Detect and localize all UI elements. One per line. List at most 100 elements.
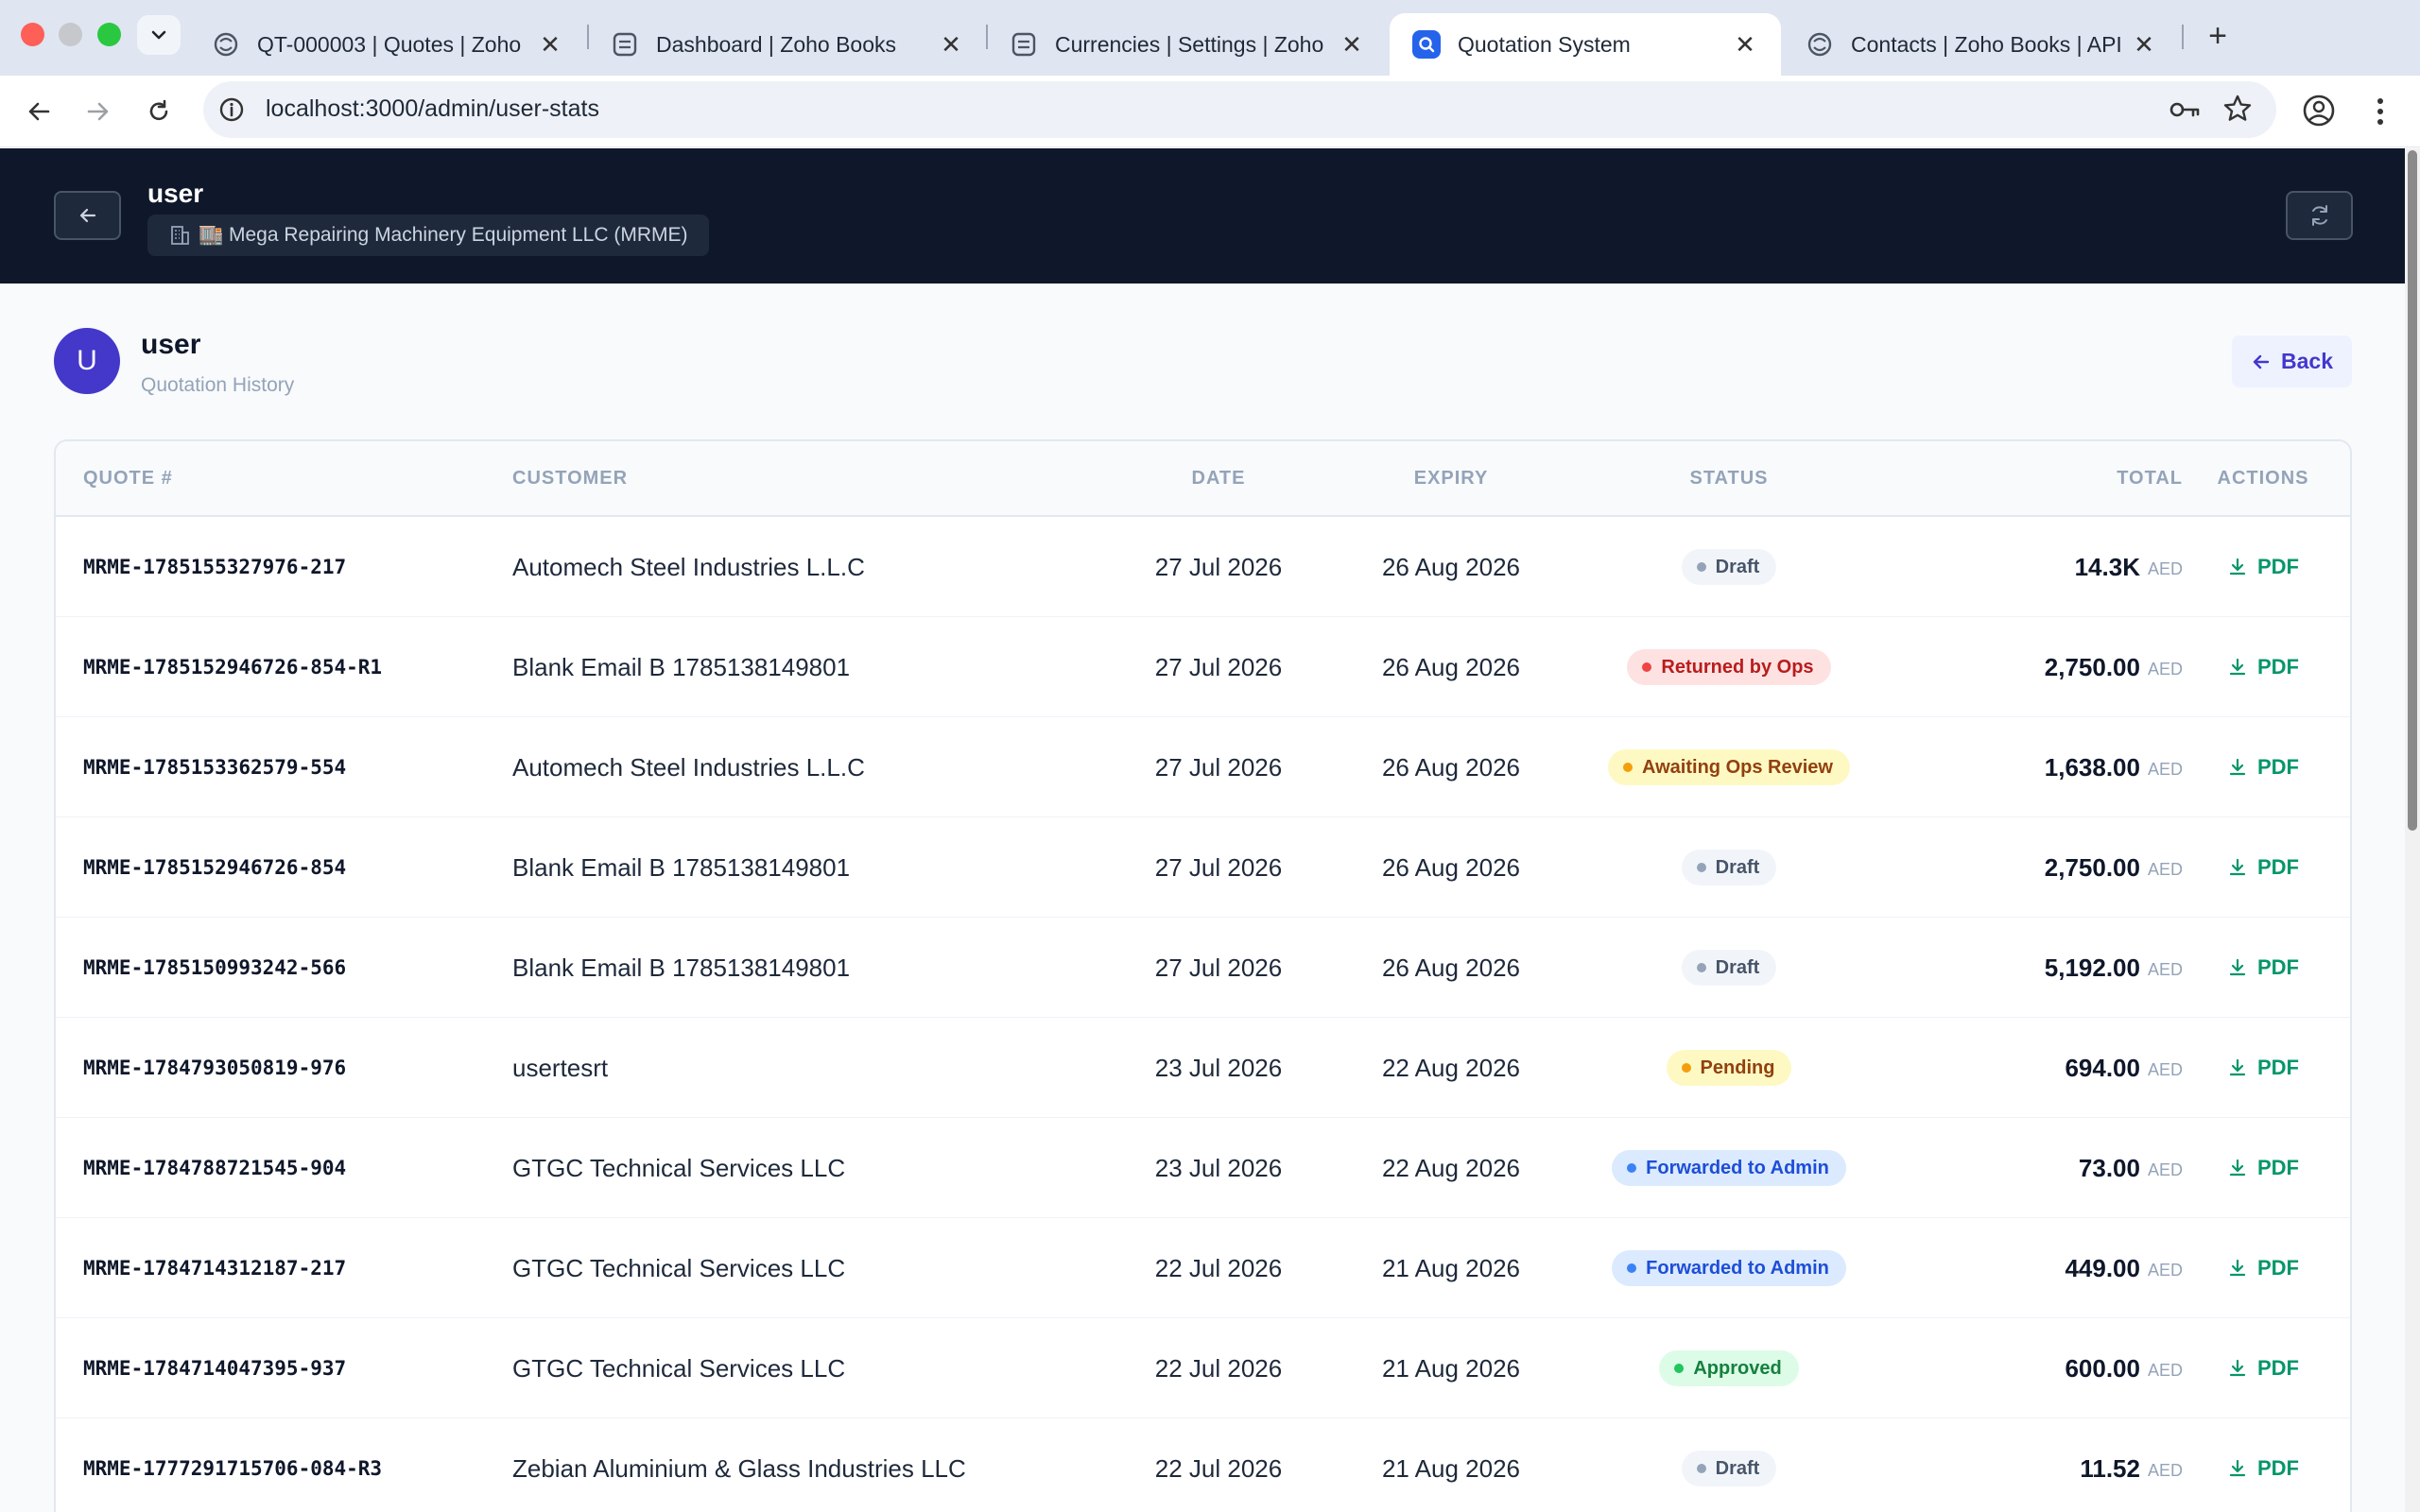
pdf-download-button[interactable]: PDF <box>2227 755 2299 780</box>
customer-name: Blank Email B 1785138149801 <box>512 652 851 681</box>
status-label: Forwarded to Admin <box>1646 1257 1829 1279</box>
customer-name: Automech Steel Industries L.L.C <box>512 552 865 581</box>
quote-date: 23 Jul 2026 <box>1154 1153 1283 1182</box>
column-header-customer[interactable]: CUSTOMER <box>512 468 628 490</box>
tab-close-icon[interactable]: ✕ <box>1732 30 1758 60</box>
quote-number[interactable]: MRME-1785152946726-854 <box>83 817 346 918</box>
tab-close-icon[interactable]: ✕ <box>938 30 964 60</box>
table-row[interactable]: MRME-1784788721545-904 GTGC Technical Ser… <box>56 1118 2350 1218</box>
pdf-download-button[interactable]: PDF <box>2227 955 2299 980</box>
window-zoom-button[interactable] <box>97 23 121 46</box>
status-dot <box>1627 1163 1637 1173</box>
tab-close-icon[interactable]: ✕ <box>2131 30 2157 60</box>
pdf-download-button[interactable]: PDF <box>2227 1456 2299 1481</box>
tab-search-button[interactable] <box>137 15 181 55</box>
building-icon <box>168 224 191 247</box>
table-row[interactable]: MRME-1784714047395-937 GTGC Technical Ser… <box>56 1318 2350 1418</box>
customer-name: GTGC Technical Services LLC <box>512 1153 846 1182</box>
table-row[interactable]: MRME-1785153362579-554 Automech Steel Ind… <box>56 717 2350 817</box>
table-row[interactable]: MRME-1785150993242-566 Blank Email B 1785… <box>56 918 2350 1018</box>
download-icon <box>2229 658 2246 676</box>
tab-contacts[interactable]: Contacts | Zoho Books | API Docs ✕ <box>1783 13 2180 76</box>
pdf-download-button[interactable]: PDF <box>2227 1256 2299 1280</box>
status-label: Draft <box>1715 556 1760 577</box>
header-back-button[interactable] <box>54 191 121 240</box>
pdf-download-button[interactable]: PDF <box>2227 1056 2299 1080</box>
table-row[interactable]: MRME-1784793050819-976 usertesrt 23 Jul 20… <box>56 1018 2350 1118</box>
actions-cell: PDF <box>2192 817 2334 918</box>
pdf-download-button[interactable]: PDF <box>2227 1156 2299 1180</box>
status-label: Approved <box>1693 1357 1782 1379</box>
total-cell: 600.00 AED <box>1899 1318 2183 1418</box>
pdf-label: PDF <box>2257 1156 2299 1179</box>
window-minimize-button[interactable] <box>59 23 82 46</box>
actions-cell: PDF <box>2192 918 2334 1018</box>
column-header-quote[interactable]: QUOTE # <box>83 468 173 490</box>
status-cell: Draft <box>1540 918 1918 1018</box>
tab-title: QT-000003 | Quotes | Zoho Books <box>257 31 527 57</box>
browser-menu-icon[interactable] <box>2369 93 2392 135</box>
key-icon[interactable] <box>2169 94 2201 129</box>
quote-number[interactable]: MRME-1784714047395-937 <box>83 1318 346 1418</box>
avatar: U <box>54 328 120 394</box>
tab-dashboard[interactable]: Dashboard | Zoho Books ✕ <box>588 13 987 76</box>
quote-number[interactable]: MRME-1785152946726-854-R1 <box>83 617 382 717</box>
table-row[interactable]: MRME-1785152946726-854-R1 Blank Email B 1… <box>56 617 2350 717</box>
table-row[interactable]: MRME-1784714312187-217 GTGC Technical Ser… <box>56 1218 2350 1318</box>
pdf-download-button[interactable]: PDF <box>2227 555 2299 579</box>
address-bar[interactable]: localhost:3000/admin/user-stats <box>203 81 2276 138</box>
table-row[interactable]: MRME-1785155327976-217 Automech Steel Ind… <box>56 517 2350 617</box>
tab-quotes[interactable]: QT-000003 | Quotes | Zoho Books ✕ <box>189 13 586 76</box>
new-tab-button[interactable]: + <box>2199 17 2237 55</box>
pdf-download-button[interactable]: PDF <box>2227 855 2299 880</box>
column-header-total[interactable]: TOTAL <box>1899 468 2183 490</box>
quote-number[interactable]: MRME-1784788721545-904 <box>83 1118 346 1218</box>
pdf-download-button[interactable]: PDF <box>2227 655 2299 679</box>
column-header-expiry[interactable]: EXPIRY <box>1357 468 1546 490</box>
quote-number[interactable]: MRME-1777291715706-084-R3 <box>83 1418 382 1512</box>
tab-currencies[interactable]: Currencies | Settings | Zoho Books ✕ <box>987 13 1388 76</box>
tab-close-icon[interactable]: ✕ <box>1339 30 1365 60</box>
total-cell: 694.00 AED <box>1899 1018 2183 1118</box>
quote-number[interactable]: MRME-1785153362579-554 <box>83 717 346 817</box>
back-nav-button[interactable] <box>20 93 58 130</box>
scrollbar-thumb[interactable] <box>2408 150 2417 831</box>
back-button[interactable]: Back <box>2232 335 2352 387</box>
bookmark-star-icon[interactable] <box>2221 93 2254 129</box>
reload-button[interactable] <box>140 93 178 130</box>
total-amount: 73.00 <box>2078 1153 2140 1182</box>
profile-icon[interactable] <box>2299 91 2339 135</box>
tab-title: Dashboard | Zoho Books <box>656 31 897 57</box>
pdf-label: PDF <box>2257 1256 2299 1280</box>
tab-divider <box>2182 25 2184 49</box>
window-close-button[interactable] <box>21 23 44 46</box>
quote-number[interactable]: MRME-1784714312187-217 <box>83 1218 346 1318</box>
column-header-status[interactable]: STATUS <box>1540 468 1918 490</box>
quote-date: 27 Jul 2026 <box>1154 552 1283 581</box>
quote-date: 27 Jul 2026 <box>1154 953 1283 982</box>
quote-number[interactable]: MRME-1784793050819-976 <box>83 1018 346 1118</box>
arrow-left-icon <box>79 208 95 223</box>
column-header-date[interactable]: DATE <box>1124 468 1313 490</box>
refresh-button[interactable] <box>2286 191 2353 240</box>
forward-nav-button[interactable] <box>79 93 117 130</box>
quote-number[interactable]: MRME-1785155327976-217 <box>83 517 346 617</box>
page-scrollbar[interactable] <box>2405 148 2420 1512</box>
customer-name: Zebian Aluminium & Glass Industries LLC <box>512 1453 966 1483</box>
tab-quotation-system[interactable]: Quotation System ✕ <box>1390 13 1781 76</box>
status-label: Forwarded to Admin <box>1646 1157 1829 1178</box>
site-info-icon[interactable] <box>216 94 247 125</box>
quote-expiry: 21 Aug 2026 <box>1381 1453 1521 1483</box>
quote-date: 27 Jul 2026 <box>1154 652 1283 681</box>
table-row[interactable]: MRME-1777291715706-084-R3 Zebian Aluminiu… <box>56 1418 2350 1512</box>
quote-number[interactable]: MRME-1785150993242-566 <box>83 918 346 1018</box>
tab-close-icon[interactable]: ✕ <box>537 30 563 60</box>
pdf-download-button[interactable]: PDF <box>2227 1356 2299 1381</box>
refresh-icon <box>2311 205 2327 226</box>
table-row[interactable]: MRME-1785152946726-854 Blank Email B 1785… <box>56 817 2350 918</box>
quote-expiry: 26 Aug 2026 <box>1381 852 1521 882</box>
status-label: Awaiting Ops Review <box>1642 756 1833 778</box>
back-button-label: Back <box>2281 349 2333 373</box>
actions-cell: PDF <box>2192 1018 2334 1118</box>
total-currency: AED <box>2147 959 2183 979</box>
